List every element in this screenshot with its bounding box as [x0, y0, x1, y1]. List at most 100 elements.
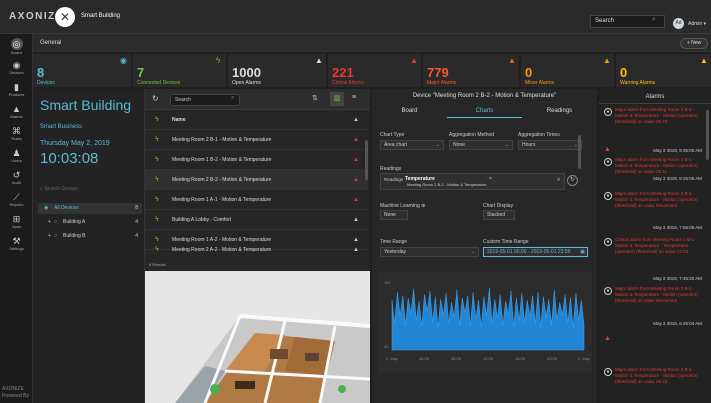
- brand-name: Smart Building: [81, 13, 121, 19]
- nav-audit[interactable]: ↺ Audit: [2, 170, 31, 188]
- refresh-icon[interactable]: ↻: [567, 175, 578, 186]
- list-view-icon[interactable]: ≡: [352, 94, 356, 101]
- group-building-b[interactable]: + ○ Building B 4: [38, 231, 142, 242]
- x-tick-label: 08:00: [451, 356, 462, 361]
- building-floorplan-image[interactable]: [145, 271, 370, 403]
- top-bar: AXONIZE ✕ Smart Building Search ⌕ Ad Adm…: [0, 0, 711, 34]
- readings-chart[interactable]: 100 40 2. May 04:00 08:00 12:00 16:00 20:00 2. M…: [378, 272, 592, 372]
- bolt-icon: ϟ: [216, 56, 221, 65]
- agg-times-select[interactable]: Hours ⌄: [518, 140, 582, 150]
- agg-times-label: Aggregation Times: [518, 132, 560, 138]
- nav-users[interactable]: ♟ Users: [2, 148, 31, 166]
- alarm-time: May 2 2019, 7:55:05 AM: [653, 225, 702, 230]
- stat-value: 221: [332, 65, 354, 80]
- device-title: Device "Meeting Room 2 B-2 - Motion & Te…: [412, 93, 557, 99]
- tab-bar: [33, 34, 711, 52]
- remove-tag-icon[interactable]: ×: [489, 175, 492, 183]
- alarm-item[interactable]: ● Major alarm from Meeting Room 2 B-2 - M…: [600, 285, 704, 326]
- stat-major[interactable]: 779 Major Alarms ▲: [423, 54, 519, 87]
- nav-rules[interactable]: ⌘ Rules: [2, 126, 31, 144]
- search-icon[interactable]: ⌕: [652, 16, 656, 24]
- expand-icon[interactable]: +: [48, 217, 51, 228]
- alarm-time: May 2 2019, 7:45:20 AM: [653, 276, 702, 281]
- refresh-icon[interactable]: ↻: [152, 94, 159, 103]
- alarm-item[interactable]: ● Critical alarm from Meeting Room 2 B-1 …: [600, 236, 704, 281]
- group-count: 4: [135, 233, 138, 239]
- alarm-item[interactable]: ● Major alarm from Meeting Room 2 B-1 - M…: [600, 190, 704, 231]
- admin-menu[interactable]: Admin ▾: [688, 21, 706, 27]
- group-all-devices[interactable]: ◉ All Devices 8: [38, 203, 142, 214]
- stat-connected[interactable]: 7 Connected Devices ϟ: [133, 54, 226, 87]
- table-row[interactable]: ϟ Meeting Room 2 A-2 - Motion & Temperatu…: [145, 243, 368, 257]
- nav-apps[interactable]: ⊞ Apps: [2, 214, 31, 232]
- search-icon[interactable]: ⌕: [557, 176, 560, 184]
- alarm-icon: ▲: [410, 56, 418, 65]
- stat-open-alarms[interactable]: 1000 Open Alarms ▲: [228, 54, 326, 87]
- column-header-name[interactable]: Name: [172, 110, 186, 130]
- display-select[interactable]: Stacked: [483, 210, 515, 220]
- avatar[interactable]: Ad: [673, 18, 684, 29]
- expand-icon[interactable]: +: [48, 231, 51, 242]
- alarm-status-icon: ●: [604, 192, 612, 200]
- time-range-label: Time Range: [380, 239, 408, 245]
- calendar-icon[interactable]: ▣: [580, 248, 585, 256]
- custom-range-value: 2019-05-01 00:00 - 2019-05-01 23:59: [487, 249, 571, 255]
- bell-icon: ▲: [353, 247, 359, 253]
- bolt-icon: ϟ: [155, 216, 159, 223]
- tab-board[interactable]: Board: [372, 108, 447, 114]
- chart-type-select[interactable]: Area chart ⌄: [380, 140, 444, 150]
- agg-method-select[interactable]: None ⌄: [449, 140, 513, 150]
- tab-readings[interactable]: Readings: [522, 108, 597, 114]
- group-search-input[interactable]: ⌕ Search Groups: [40, 186, 78, 192]
- alarms-scrollbar[interactable]: [706, 110, 709, 160]
- bolt-icon: ϟ: [155, 156, 159, 163]
- stat-warning[interactable]: 0 Warning Alarms ▲: [616, 54, 711, 87]
- card-view-icon[interactable]: ▥: [330, 92, 344, 106]
- current-time: 10:03:08: [40, 150, 99, 167]
- readings-input[interactable]: Readings Temperature Meeting Room 2 B-2 …: [380, 173, 565, 190]
- nav-reports[interactable]: ⟋ Reports: [2, 192, 31, 210]
- device-search-input[interactable]: Search: [170, 94, 240, 106]
- detail-scrollbar[interactable]: [578, 135, 581, 169]
- chevron-down-icon: ⌄: [470, 249, 475, 255]
- nav-alarms[interactable]: ▲ Alarms: [2, 104, 31, 122]
- group-count: 4: [135, 219, 138, 225]
- new-button[interactable]: + New: [680, 38, 708, 49]
- alarm-item[interactable]: ● Major alarm from Meeting Room 2 B-1 - M…: [600, 366, 704, 403]
- time-range-select[interactable]: Yesterday ⌄: [380, 247, 479, 257]
- filter-icon[interactable]: ⇅: [312, 94, 318, 102]
- device-name: Meeting Room 1 A-1 - Motion & Temperatur…: [172, 197, 272, 203]
- nav-settings[interactable]: ⚒ Settings: [2, 236, 31, 254]
- list-scrollbar[interactable]: [365, 140, 368, 180]
- alarm-item[interactable]: ● Major alarm from Meeting Room 2 B-1 - M…: [600, 106, 704, 153]
- alarm-text: Major alarm from Meeting Room 2 B-2 - Mo…: [615, 286, 698, 303]
- footer-powered: Powered By: [2, 393, 29, 399]
- stat-label: Devices: [37, 80, 55, 86]
- series-temperature-area[interactable]: [391, 287, 585, 351]
- nav-devices[interactable]: ◉ Devices: [2, 60, 31, 78]
- business-name: Smart Business: [40, 124, 83, 130]
- nav-board[interactable]: ◎ Board: [2, 38, 31, 56]
- tab-charts[interactable]: Charts: [447, 108, 522, 118]
- custom-range-input[interactable]: 2019-05-01 00:00 - 2019-05-01 23:59 ▣: [483, 247, 588, 257]
- table-row[interactable]: ϟ Meeting Room 2 B-1 - Motion & Temperatu…: [145, 130, 368, 150]
- reports-icon: ⟋: [13, 192, 20, 202]
- group-building-a[interactable]: + ○ Building A 4: [38, 217, 142, 228]
- stat-minor[interactable]: 0 Minor Alarms ▲: [521, 54, 614, 87]
- stat-devices[interactable]: 8 Devices ◉: [33, 54, 131, 87]
- stat-critical[interactable]: 221 Critical Alarms ▲: [328, 54, 421, 87]
- board-icon: ◎: [10, 38, 23, 50]
- table-row[interactable]: ϟ Meeting Room 2 B-2 - Motion & Temperatu…: [145, 170, 368, 190]
- tab-general[interactable]: General: [40, 40, 61, 46]
- table-row[interactable]: ϟ Meeting Room 1 A-1 - Motion & Temperatu…: [145, 190, 368, 210]
- nav-products[interactable]: ▮ Products: [2, 82, 31, 100]
- nav-label: Rules: [11, 136, 22, 141]
- table-row[interactable]: ϟ Meeting Room 1 B-2 - Motion & Temperatu…: [145, 150, 368, 170]
- stat-label: Minor Alarms: [525, 80, 555, 86]
- table-row[interactable]: ϟ Building A Lobby - Comfort ▲: [145, 210, 368, 230]
- search-icon[interactable]: ⌕: [231, 95, 234, 102]
- x-tick-label: 04:00: [419, 356, 430, 361]
- agg-times-value: Hours: [522, 142, 536, 148]
- devices-icon: ◉: [12, 60, 21, 70]
- ml-select[interactable]: None: [380, 210, 408, 220]
